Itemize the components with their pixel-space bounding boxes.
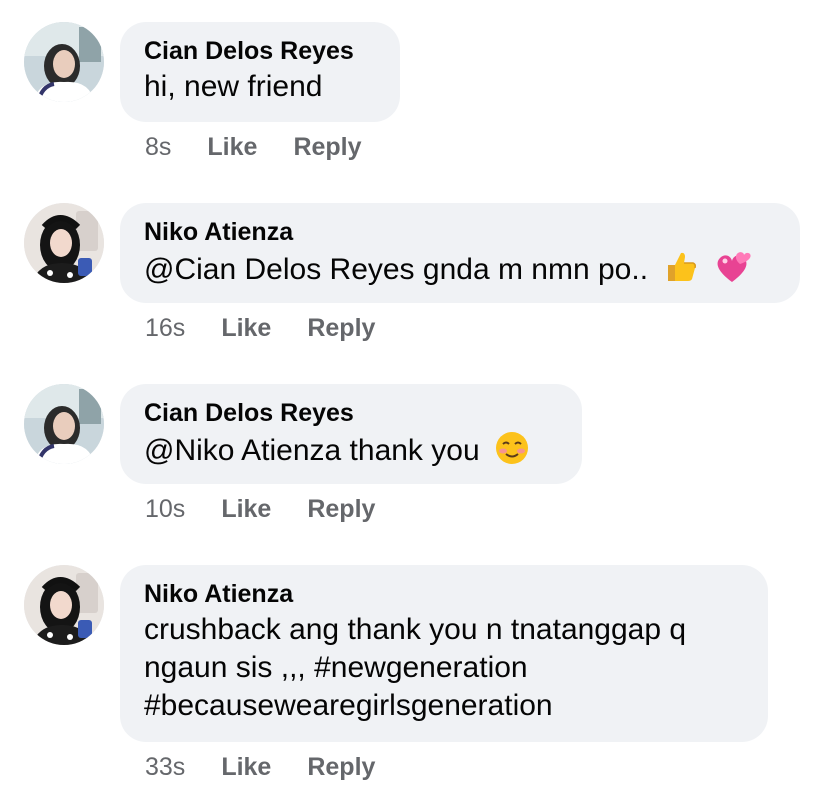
like-button[interactable]: Like xyxy=(221,752,271,782)
comment-bubble: Niko Atienza crushback ang thank you n t… xyxy=(120,565,768,742)
comment-text: hi, new friend xyxy=(144,70,323,103)
comment-timestamp: 16s xyxy=(145,314,186,342)
comment-timestamp: 8s xyxy=(145,133,172,161)
comment-text-line: @Niko Atienza thank you xyxy=(144,430,558,476)
comment-bubble: Cian Delos Reyes @Niko Atienza thank you xyxy=(120,384,582,484)
avatar[interactable] xyxy=(24,203,104,283)
like-button[interactable]: Like xyxy=(221,313,271,343)
comment-author[interactable]: Cian Delos Reyes xyxy=(144,398,558,428)
avatar[interactable] xyxy=(24,565,104,645)
comment-actions: 33s Like Reply xyxy=(145,752,375,782)
reply-button[interactable]: Reply xyxy=(293,132,361,162)
reply-button[interactable]: Reply xyxy=(307,494,375,524)
comment-actions: 16s Like Reply xyxy=(145,313,375,343)
comment-timestamp: 10s xyxy=(145,495,186,523)
avatar-image xyxy=(24,384,104,464)
comment-author[interactable]: Cian Delos Reyes xyxy=(144,36,376,66)
comment-timestamp: 33s xyxy=(145,753,186,781)
reply-button[interactable]: Reply xyxy=(307,752,375,782)
avatar-image xyxy=(24,203,104,283)
comment-bubble: Cian Delos Reyes hi, new friend xyxy=(120,22,400,122)
comment-text-line: #becausewearegirlsgeneration xyxy=(144,689,553,722)
comment-text: @Cian Delos Reyes gnda m nmn po.. xyxy=(144,253,649,286)
avatar[interactable] xyxy=(24,22,104,102)
comment-author[interactable]: Niko Atienza xyxy=(144,579,744,609)
avatar-image xyxy=(24,22,104,102)
thumbs-up-icon xyxy=(662,249,698,295)
comment-text-line: crushback ang thank you n tnatanggap q xyxy=(144,613,687,646)
comment-text-line: ngaun sis ,,, #newgeneration xyxy=(144,651,528,684)
like-button[interactable]: Like xyxy=(207,132,257,162)
comment-bubble: Niko Atienza @Cian Delos Reyes gnda m nm… xyxy=(120,203,800,303)
smiling-face-icon xyxy=(494,430,530,476)
avatar[interactable] xyxy=(24,384,104,464)
like-button[interactable]: Like xyxy=(221,494,271,524)
avatar-image xyxy=(24,565,104,645)
comment-author[interactable]: Niko Atienza xyxy=(144,217,776,247)
two-hearts-icon xyxy=(713,249,751,295)
comment-actions: 10s Like Reply xyxy=(145,494,375,524)
comment-text: @Niko Atienza thank you xyxy=(144,434,480,467)
reply-button[interactable]: Reply xyxy=(307,313,375,343)
comment-actions: 8s Like Reply xyxy=(145,132,362,162)
comment-text-line: @Cian Delos Reyes gnda m nmn po.. xyxy=(144,249,776,295)
